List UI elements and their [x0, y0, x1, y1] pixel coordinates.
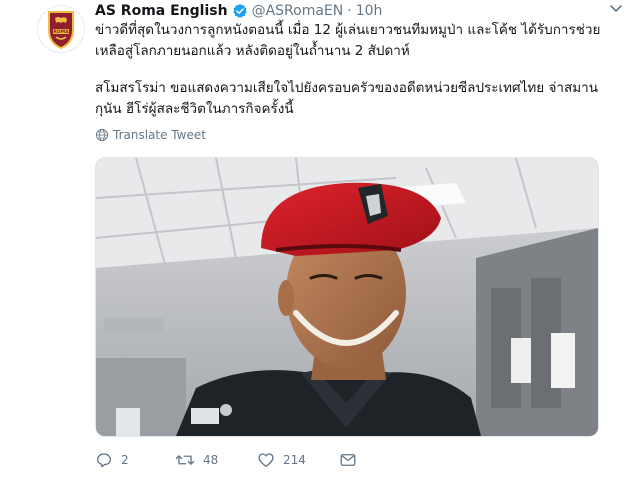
globe-icon — [95, 128, 109, 142]
as-roma-logo: ROMA — [38, 6, 84, 52]
tweet-timestamp[interactable]: 10h — [356, 3, 383, 19]
avatar[interactable]: ROMA — [37, 5, 85, 53]
heart-icon — [258, 453, 274, 468]
reply-icon — [96, 453, 112, 468]
direct-message-icon — [340, 454, 356, 466]
like-count: 214 — [283, 453, 306, 467]
reply-count: 2 — [121, 453, 129, 467]
tweet-header: AS Roma English @ASRomaEN · 10h — [95, 1, 382, 21]
translate-label[interactable]: Translate Tweet — [113, 128, 206, 142]
tweet-actions: 2 48 214 — [95, 451, 365, 469]
direct-message-button[interactable] — [339, 451, 365, 469]
display-name[interactable]: AS Roma English — [95, 3, 228, 19]
tweet-paragraph-2: สโมสรโรม่า ขอแสดงความเสียใจไปยังครอบครัว… — [95, 80, 598, 117]
retweet-count: 48 — [203, 453, 219, 467]
tweet-text: ข่าวดีที่สุดในวงการลูกหนังตอนนี้ เมื่อ 1… — [95, 20, 615, 120]
translate-tweet-link[interactable]: Translate Tweet — [95, 128, 206, 142]
logo-text: ROMA — [53, 29, 69, 35]
photo-image — [96, 158, 598, 436]
separator-dot: · — [347, 3, 352, 19]
retweet-icon — [175, 455, 195, 465]
tweet: ROMA AS Roma English @ASRomaEN · 10h ข่า… — [0, 0, 634, 479]
tweet-photo[interactable] — [95, 157, 599, 437]
retweet-button[interactable]: 48 — [175, 451, 257, 469]
tweet-paragraph-1: ข่าวดีที่สุดในวงการลูกหนังตอนนี้ เมื่อ 1… — [95, 22, 601, 59]
account-handle[interactable]: @ASRomaEN — [252, 3, 344, 19]
like-button[interactable]: 214 — [257, 451, 339, 469]
chevron-down-icon[interactable] — [608, 0, 624, 16]
verified-badge-icon — [232, 3, 248, 19]
reply-button[interactable]: 2 — [95, 451, 175, 469]
